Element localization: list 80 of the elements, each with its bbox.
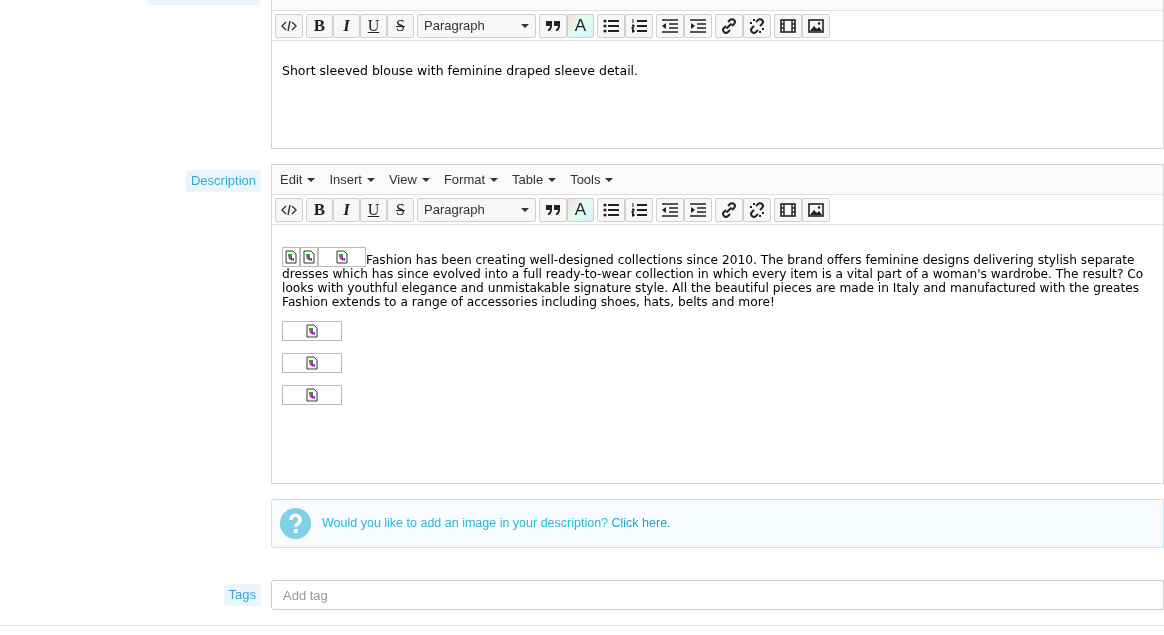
menu-item[interactable]: View: [388, 169, 430, 190]
menu-item[interactable]: Tools: [570, 169, 614, 190]
strikethrough-button[interactable]: S: [387, 197, 414, 222]
indent-icon: [690, 202, 706, 217]
bullet-list-button[interactable]: [597, 197, 625, 222]
text-color-button[interactable]: A: [567, 13, 594, 38]
indent-button[interactable]: [684, 197, 712, 222]
unlink-icon: [749, 201, 765, 218]
bold-button[interactable]: B: [306, 13, 333, 38]
strikethrough-button[interactable]: S: [387, 13, 414, 38]
editor-text: looks with youthful elegance and unmistakable signature style. All the beautiful pieces are made in Italy and manufactured with the greates: [282, 281, 1141, 295]
indent-icon: [690, 18, 706, 33]
image-icon: [808, 202, 824, 217]
unlink-button[interactable]: [743, 13, 771, 38]
link-button[interactable]: [715, 13, 743, 38]
link-button[interactable]: [715, 197, 743, 222]
caret-icon: [548, 177, 557, 182]
outdent-button[interactable]: [656, 197, 684, 222]
film-button[interactable]: [774, 197, 802, 222]
editor-text: dresses which has since evolved into a full ready-to-wear collection in which every item is a vital part of a woman's wardrobe. The result? Co: [282, 267, 1145, 281]
format-dropdown[interactable]: Paragraph: [417, 197, 536, 222]
outdent-icon: [662, 202, 678, 217]
code-button[interactable]: [275, 13, 303, 38]
caret-icon: [307, 177, 316, 182]
quote-icon: [545, 19, 561, 32]
italic-button[interactable]: I: [333, 13, 360, 38]
film-button[interactable]: [774, 13, 802, 38]
film-icon: [780, 202, 796, 217]
broken-image-icon: [306, 324, 318, 338]
numbered-list-button[interactable]: [625, 13, 653, 38]
underline-button[interactable]: U: [360, 197, 387, 222]
image-icon: [808, 18, 824, 33]
code-button[interactable]: [275, 197, 303, 222]
format-dropdown[interactable]: Paragraph: [417, 13, 536, 38]
caret-icon: [521, 207, 529, 212]
italic-button[interactable]: I: [333, 197, 360, 222]
bold-button[interactable]: B: [306, 197, 333, 222]
caret-icon: [421, 177, 430, 182]
editor-text: Fashion has been creating well-designed collections since 2010. The brand offers feminine designs delivering stylish separate: [366, 253, 1135, 267]
code-icon: [281, 19, 297, 32]
numbered-list-icon: [631, 18, 647, 33]
image-button[interactable]: [802, 13, 830, 38]
editor-text: Fashion extends to a range of accessories including shoes, hats, belts and more!: [282, 295, 776, 309]
editor-text: Short sleeved blouse with feminine draped sleeve detail.: [282, 62, 640, 80]
code-icon: [281, 203, 297, 216]
numbered-list-icon: [631, 202, 647, 217]
unlink-icon: [749, 17, 765, 34]
help-icon: [280, 508, 311, 539]
text-color-button[interactable]: A: [567, 197, 594, 222]
broken-image-icon: [336, 250, 348, 264]
image-button[interactable]: [802, 197, 830, 222]
caret-icon: [605, 177, 614, 182]
outdent-button[interactable]: [656, 13, 684, 38]
menu-item[interactable]: Table: [512, 169, 557, 190]
quote-button[interactable]: [539, 197, 567, 222]
field-label: Description: [185, 170, 261, 192]
bullet-list-icon: [603, 202, 619, 217]
quote-button[interactable]: [539, 13, 567, 38]
caret-icon: [366, 177, 375, 182]
menu-item[interactable]: Edit: [280, 169, 316, 190]
film-icon: [780, 18, 796, 33]
caret-icon: [490, 177, 499, 182]
bullet-list-icon: [603, 18, 619, 33]
bullet-list-button[interactable]: [597, 13, 625, 38]
field-label: Tags: [223, 584, 261, 606]
tag-input-field[interactable]: Add tag: [271, 580, 1164, 610]
broken-image-icon: [306, 388, 318, 402]
hint-text: Would you like to add an image in your description? Click here.: [322, 515, 671, 533]
outdent-icon: [662, 18, 678, 33]
broken-image-icon: [306, 356, 318, 370]
underline-button[interactable]: U: [360, 13, 387, 38]
menu-item[interactable]: Format: [443, 169, 499, 190]
quote-icon: [545, 203, 561, 216]
numbered-list-button[interactable]: [625, 197, 653, 222]
menu-item[interactable]: Insert: [329, 169, 375, 190]
unlink-button[interactable]: [743, 197, 771, 222]
link-icon: [721, 201, 737, 218]
caret-icon: [521, 23, 529, 28]
indent-button[interactable]: [684, 13, 712, 38]
link-icon: [721, 17, 737, 34]
